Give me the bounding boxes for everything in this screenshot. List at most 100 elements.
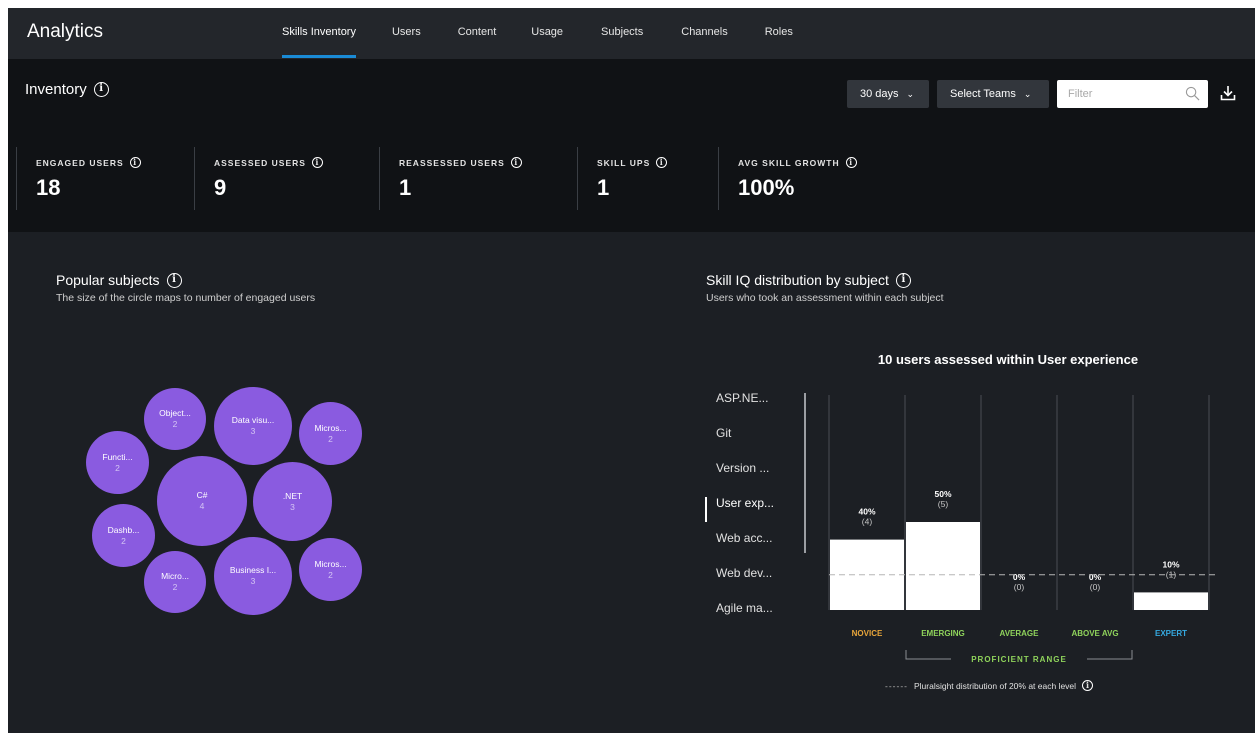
active-subject-indicator [705,497,707,522]
tab-users[interactable]: Users [392,8,421,59]
skill-iq-title: Skill IQ distribution by subject [706,272,889,288]
tab-subjects[interactable]: Subjects [601,8,643,59]
chart-title: 10 users assessed within User experience [878,352,1138,367]
days-dropdown[interactable]: 30 days ⌄ [847,80,929,108]
stat-value: 1 [399,175,412,200]
chart-legend: ------ Pluralsight distribution of 20% a… [885,680,1094,691]
info-icon[interactable]: i [93,82,109,97]
stat-avg-skill-growth: AVG SKILL GROWTH i 100% [718,147,898,210]
stat-engaged-users: ENGAGED USERS i 18 [16,147,194,210]
bubble-count: 2 [115,462,120,473]
stat-label: SKILL UPS i [597,157,718,168]
chevron-down-icon: ⌄ [1023,88,1032,99]
stat-label: ASSESSED USERS i [214,157,379,168]
bubble-count: 2 [328,433,333,444]
legend-text: Pluralsight distribution of 20% at each … [913,680,1077,691]
bubble-name: Micros... [314,558,347,569]
filter-box [1057,80,1208,108]
chart-category-label: NOVICE [852,629,883,638]
days-label: 30 days [860,88,899,100]
tab-roles[interactable]: Roles [765,8,793,59]
subject-bubble[interactable]: Micros... 2 [299,538,362,601]
subject-bubble[interactable]: Data visu... 3 [214,387,292,465]
stat-skill-ups: SKILL UPS i 1 [577,147,718,210]
chart-value-label: 50% [934,489,951,499]
info-icon[interactable]: i [845,157,857,168]
info-icon[interactable]: i [1082,680,1094,691]
tab-skills-inventory[interactable]: Skills Inventory [282,8,356,59]
stat-label: ENGAGED USERS i [36,157,194,168]
range-bracket-right [1087,650,1133,660]
subject-bubble[interactable]: .NET 3 [253,462,332,541]
bubble-count: 2 [172,419,178,429]
stat-label: REASSESSED USERS i [399,157,577,168]
nav-tabs: Skills Inventory Users Content Usage Sub… [282,8,793,59]
stat-label-text: ASSESSED USERS [214,157,306,168]
bubble-name: Micros... [314,422,347,433]
tab-content[interactable]: Content [458,8,497,59]
stat-assessed-users: ASSESSED USERS i 9 [194,147,379,210]
inventory-heading: Inventory i [25,81,109,98]
chart-bar [1134,592,1208,610]
chart-category-label: EXPERT [1155,629,1187,638]
filter-input[interactable] [1068,88,1178,100]
info-icon[interactable]: i [895,272,911,288]
download-icon[interactable] [1220,85,1236,101]
chart-value-label: 0% [1013,572,1026,582]
info-icon[interactable]: i [311,157,323,168]
bubble-name: C# [196,490,208,500]
skill-iq-heading: Skill IQ distribution by subject i [706,272,911,288]
stat-value: 18 [36,175,61,200]
bubble-name: Micro... [161,571,189,581]
skill-iq-subtitle: Users who took an assessment within each… [706,292,944,304]
search-icon[interactable] [1185,86,1200,101]
subject-bubble[interactable]: C# 4 [157,456,247,546]
inventory-bar: Inventory i 30 days ⌄ Select Teams ⌄ ENG… [8,59,1255,232]
tab-channels[interactable]: Channels [681,8,727,59]
bubble-name: Data visu... [231,415,275,425]
info-icon[interactable]: i [510,157,522,168]
info-icon[interactable]: i [656,157,668,168]
chart-value-label: 10% [1162,559,1179,569]
subject-bubble[interactable]: Micro... 2 [144,551,206,613]
subject-bubble[interactable]: Micros... 2 [299,402,362,465]
chart-count-label: (0) [1014,582,1025,592]
bubble-count: 2 [172,582,178,592]
chart-count-label: (5) [938,499,949,509]
chart-category-label: ABOVE AVG [1071,629,1118,638]
subject-bubble[interactable]: Functi... 2 [86,431,149,494]
chart-count-label: (4) [862,517,873,527]
top-nav: Analytics Skills Inventory Users Content… [8,8,1255,59]
subject-bubble[interactable]: Dashb... 2 [92,504,155,567]
chart-value-label: 0% [1089,572,1102,582]
bubble-count: 4 [199,501,205,511]
subject-bubble[interactable]: Object... 2 [144,388,206,450]
info-icon[interactable]: i [129,157,141,168]
info-icon[interactable]: i [166,272,182,288]
stats-row: ENGAGED USERS i 18 ASSESSED USERS i 9 REAS… [16,147,898,210]
stat-value: 1 [597,175,610,200]
bubble-name: Business I... [229,565,277,575]
chevron-down-icon: ⌄ [906,88,915,99]
range-bracket-left [905,650,951,660]
stat-reassessed-users: REASSESSED USERS i 1 [379,147,577,210]
skill-iq-chart: 10 users assessed within User experience… [828,352,1219,664]
inventory-title: Inventory [25,81,87,98]
dashed-line-icon: ------ [885,680,908,691]
tab-usage[interactable]: Usage [531,8,563,59]
bubble-count: 2 [328,569,333,580]
bubble-name: .NET [282,490,303,501]
range-label: PROFICIENT RANGE [971,655,1067,664]
stat-value: 9 [214,175,227,200]
bubble-count: 2 [121,535,126,546]
bubble-name: Object... [159,408,191,418]
stat-value: 100% [738,175,795,200]
chart-value-label: 40% [858,507,875,517]
teams-dropdown[interactable]: Select Teams ⌄ [937,80,1049,108]
bubble-name: Functi... [102,451,133,462]
subject-bubble[interactable]: Business I... 3 [214,537,292,615]
bubble-count: 3 [290,501,295,512]
stat-label: AVG SKILL GROWTH i [738,157,898,168]
teams-label: Select Teams [950,88,1016,100]
popular-subjects-title: Popular subjects [56,272,160,288]
